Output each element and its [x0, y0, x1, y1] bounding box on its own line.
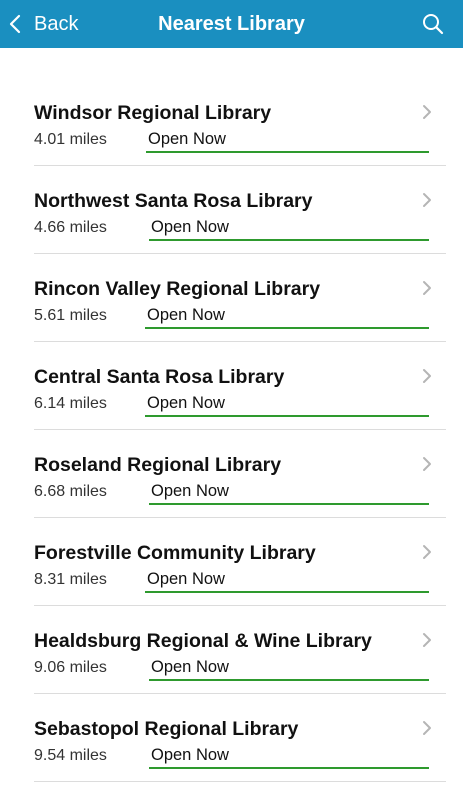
back-label: Back — [34, 12, 79, 35]
status-badge: Open Now — [149, 746, 429, 769]
library-name: Sebastopol Regional Library — [34, 718, 299, 740]
chevron-right-icon — [423, 545, 431, 559]
nav-bar: Back Nearest Library — [0, 0, 463, 48]
search-icon[interactable] — [421, 12, 445, 36]
chevron-right-icon — [423, 281, 431, 295]
chevron-left-icon — [9, 14, 21, 34]
library-name: Forestville Community Library — [34, 542, 316, 564]
library-distance: 4.01 miles — [34, 131, 107, 148]
list-item[interactable]: Sebastopol Regional Library 9.54 miles O… — [34, 694, 446, 782]
library-name: Healdsburg Regional & Wine Library — [34, 630, 372, 652]
status-badge: Open Now — [149, 482, 429, 505]
library-name: Rincon Valley Regional Library — [34, 278, 321, 300]
list-item[interactable]: Roseland Regional Library 6.68 miles Ope… — [34, 430, 446, 518]
list-item[interactable]: Central Santa Rosa Library 6.14 miles Op… — [34, 342, 446, 430]
library-name: Windsor Regional Library — [34, 102, 272, 124]
list-item[interactable]: Northwest Santa Rosa Library 4.66 miles … — [34, 166, 446, 254]
library-list: Windsor Regional Library 4.01 miles Open… — [34, 78, 446, 782]
library-distance: 6.68 miles — [34, 483, 107, 500]
status-badge: Open Now — [145, 306, 429, 329]
library-distance: 8.31 miles — [34, 571, 107, 588]
status-badge: Open Now — [146, 130, 429, 153]
library-distance: 9.54 miles — [34, 747, 107, 764]
library-distance: 5.61 miles — [34, 307, 107, 324]
status-badge: Open Now — [145, 570, 429, 593]
list-item[interactable]: Rincon Valley Regional Library 5.61 mile… — [34, 254, 446, 342]
library-name: Roseland Regional Library — [34, 454, 282, 476]
status-badge: Open Now — [149, 218, 429, 241]
chevron-right-icon — [423, 721, 431, 735]
chevron-right-icon — [423, 193, 431, 207]
library-name: Central Santa Rosa Library — [34, 366, 285, 388]
status-badge: Open Now — [149, 658, 429, 681]
list-item[interactable]: Windsor Regional Library 4.01 miles Open… — [34, 78, 446, 166]
library-distance: 4.66 miles — [34, 219, 107, 236]
library-distance: 6.14 miles — [34, 395, 107, 412]
library-name: Northwest Santa Rosa Library — [34, 190, 313, 212]
library-distance: 9.06 miles — [34, 659, 107, 676]
chevron-right-icon — [423, 633, 431, 647]
list-item[interactable]: Healdsburg Regional & Wine Library 9.06 … — [34, 606, 446, 694]
list-item[interactable]: Forestville Community Library 8.31 miles… — [34, 518, 446, 606]
chevron-right-icon — [423, 105, 431, 119]
back-button[interactable]: Back — [8, 0, 78, 48]
status-badge: Open Now — [145, 394, 429, 417]
chevron-right-icon — [423, 457, 431, 471]
chevron-right-icon — [423, 369, 431, 383]
